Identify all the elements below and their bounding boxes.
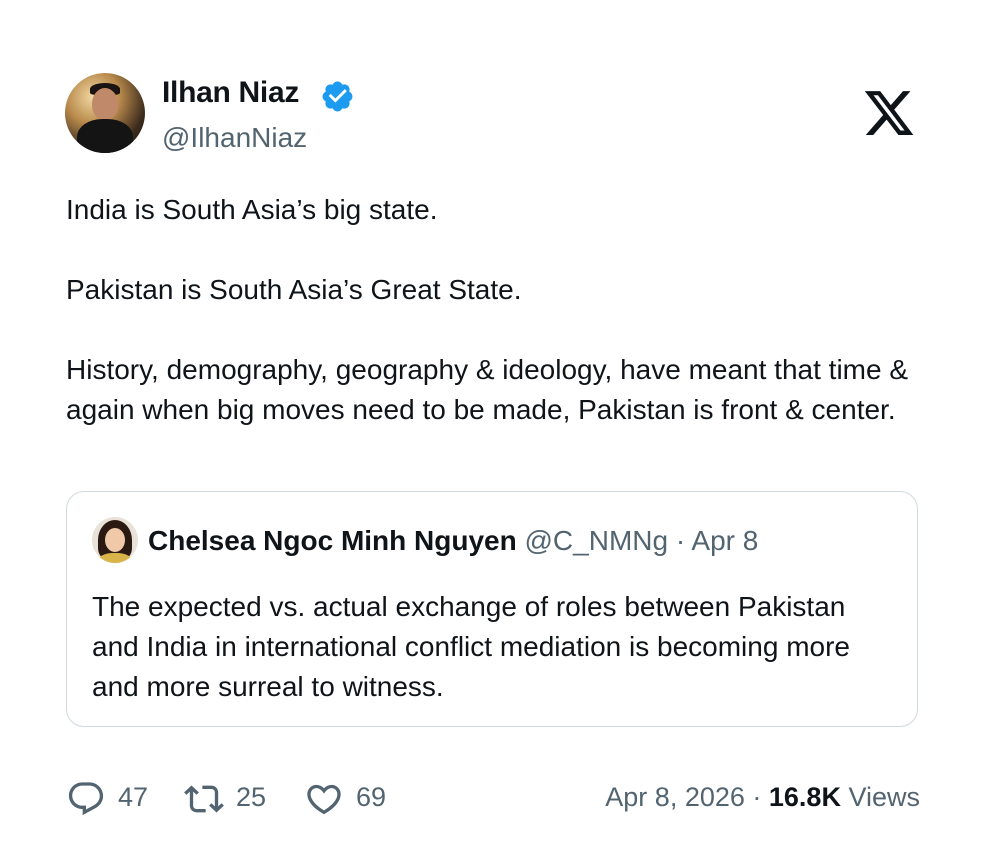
repost-count: 25 bbox=[236, 782, 267, 812]
quoted-author-avatar[interactable] bbox=[92, 517, 138, 563]
verified-badge-icon bbox=[322, 81, 353, 112]
views-count: 16.8K bbox=[768, 782, 841, 812]
repost-icon bbox=[184, 785, 224, 813]
meta-separator: · bbox=[668, 525, 692, 556]
meta-separator: · bbox=[744, 782, 769, 812]
avatar-face bbox=[92, 88, 118, 120]
tweet-text: India is South Asia’s big state. Pakista… bbox=[66, 190, 926, 430]
reply-count: 47 bbox=[118, 782, 149, 812]
avatar-face bbox=[105, 528, 125, 552]
tweet-card: Ilhan Niaz @IlhanNiaz India is South Asi… bbox=[0, 0, 993, 861]
quoted-author-handle[interactable]: @C_NMNg bbox=[525, 525, 669, 556]
quoted-tweet-date[interactable]: Apr 8 bbox=[691, 525, 758, 556]
author-avatar[interactable] bbox=[65, 73, 145, 153]
avatar-body bbox=[97, 553, 133, 563]
reply-icon bbox=[68, 782, 104, 816]
tweet-date[interactable]: Apr 8, 2026 bbox=[605, 782, 745, 812]
avatar-body bbox=[77, 119, 133, 153]
views-label: Views bbox=[840, 782, 920, 812]
author-handle[interactable]: @IlhanNiaz bbox=[162, 122, 307, 154]
like-count: 69 bbox=[356, 782, 387, 812]
tweet-stats: Apr 8, 2026 · 16.8K Views bbox=[605, 782, 920, 813]
heart-icon bbox=[307, 784, 341, 815]
author-name[interactable]: Ilhan Niaz bbox=[162, 76, 299, 110]
tweet-paragraph: History, demography, geography & ideolog… bbox=[66, 354, 909, 425]
quoted-tweet-header: Chelsea Ngoc Minh Nguyen @C_NMNg · Apr 8 bbox=[148, 525, 758, 557]
tweet-paragraph: Pakistan is South Asia’s Great State. bbox=[66, 274, 522, 305]
tweet-paragraph: India is South Asia’s big state. bbox=[66, 194, 438, 225]
x-logo-icon[interactable] bbox=[861, 86, 917, 140]
quoted-tweet-text: The expected vs. actual exchange of role… bbox=[92, 591, 850, 702]
quoted-author-name[interactable]: Chelsea Ngoc Minh Nguyen bbox=[148, 525, 517, 556]
quoted-tweet[interactable]: Chelsea Ngoc Minh Nguyen @C_NMNg · Apr 8… bbox=[66, 491, 918, 727]
